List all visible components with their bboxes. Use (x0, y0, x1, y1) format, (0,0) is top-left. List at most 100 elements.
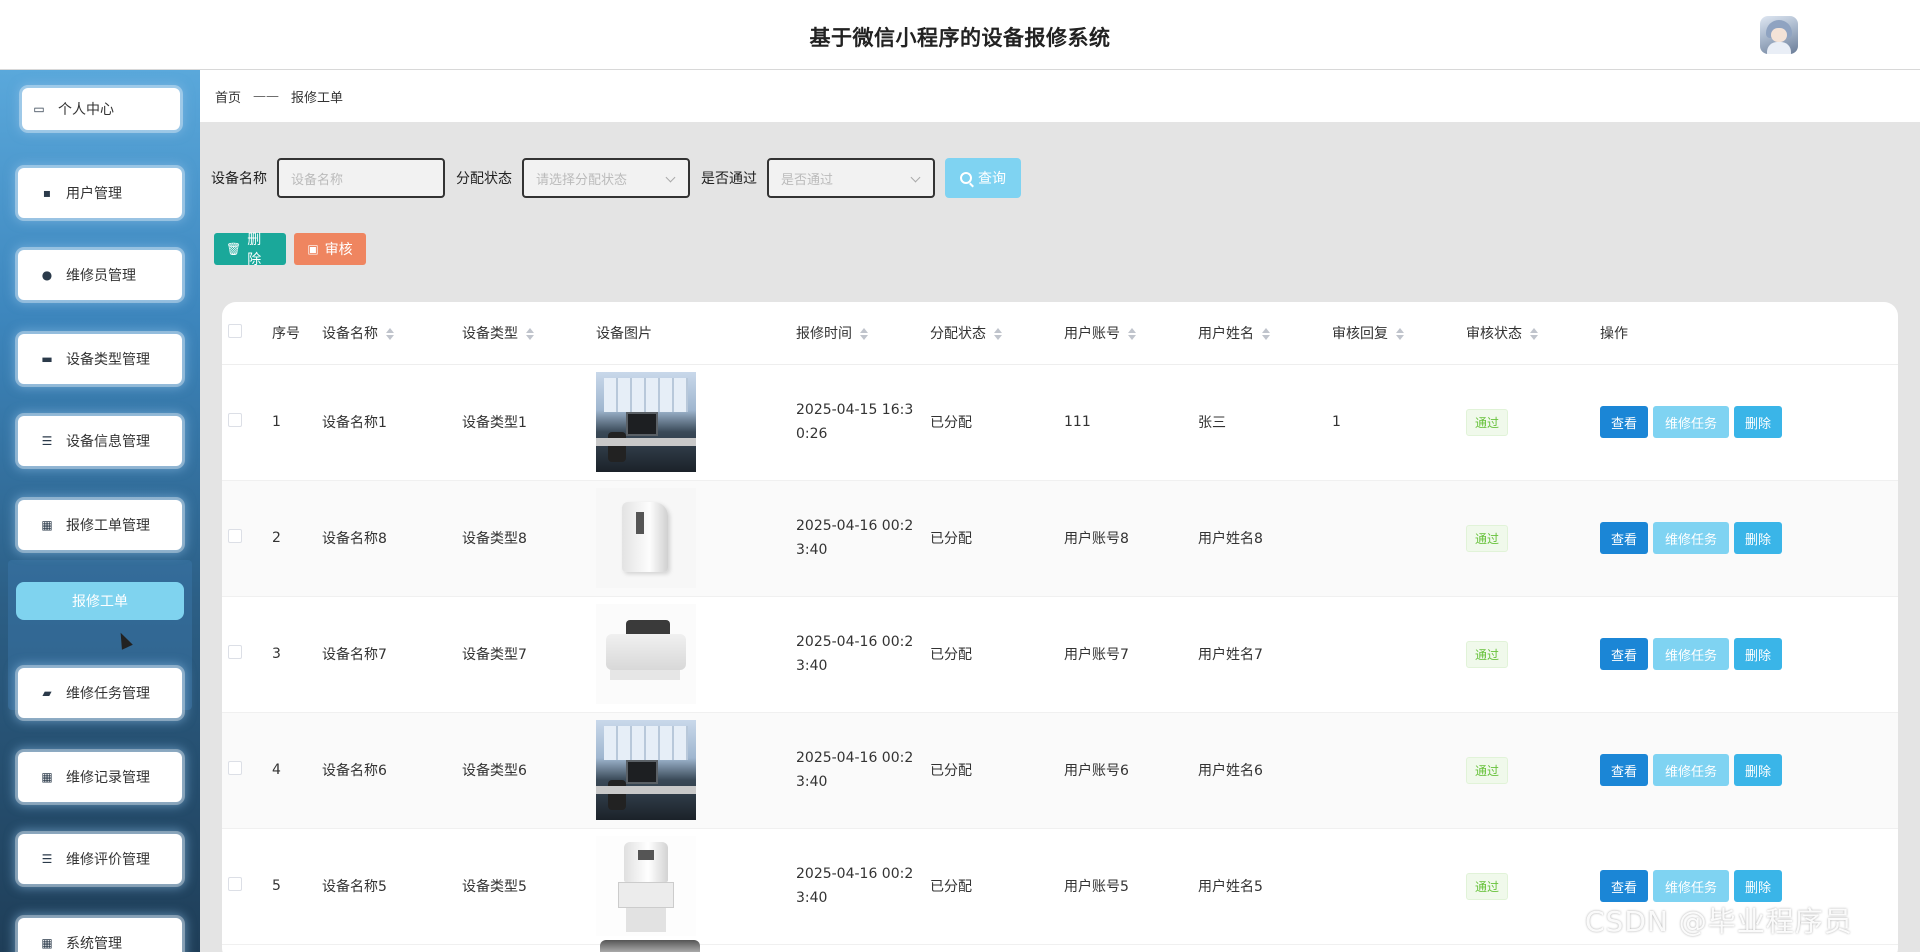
sidebar-item-6[interactable]: ▰ 维修任务管理 (18, 668, 182, 718)
status-badge: 通过 (1466, 872, 1509, 900)
view-button[interactable]: 查看 (1600, 870, 1648, 902)
breadcrumb-current: 报修工单 (291, 90, 344, 106)
sort-icon[interactable] (526, 327, 534, 340)
grid-icon: ▦ (41, 770, 53, 784)
th-audit-status[interactable]: 审核状态 (1466, 302, 1600, 365)
device-image[interactable] (596, 836, 696, 936)
row-operations: 查看 维修任务 删除 (1600, 870, 1898, 902)
sidebar-item-8[interactable]: ☰ 维修评价管理 (18, 834, 182, 884)
submenu-item-repair-order[interactable]: 报修工单 (16, 582, 184, 620)
cell-user-name: 用户姓名8 (1198, 480, 1332, 597)
device-name-label: 设备名称 (211, 171, 267, 187)
cell-user-account: 用户账号6 (1064, 712, 1198, 829)
cell-audit-reply (1332, 596, 1466, 713)
sort-icon[interactable] (1262, 327, 1270, 340)
delete-button[interactable]: 删除 (1734, 870, 1782, 902)
sidebar-item-label: 设备信息管理 (66, 434, 150, 450)
sort-icon[interactable] (1128, 327, 1136, 340)
sidebar-item-label: 报修工单管理 (66, 518, 150, 534)
delete-button[interactable]: 删除 (1734, 638, 1782, 670)
th-report-time[interactable]: 报修时间 (796, 302, 930, 365)
sidebar-item-2[interactable]: ● 维修员管理 (18, 250, 182, 300)
view-button[interactable]: 查看 (1600, 522, 1648, 554)
cell-assign-status: 已分配 (930, 828, 1064, 945)
monitor-icon: ▬ (41, 352, 53, 366)
pass-status-select[interactable]: 是否通过 (767, 158, 935, 198)
batch-delete-label: 删除 (247, 232, 262, 268)
audit-label: 审核 (324, 242, 353, 258)
sidebar-item-label: 个人中心 (58, 102, 114, 118)
query-button-label: 查询 (978, 171, 1006, 187)
row-checkbox[interactable] (228, 645, 242, 659)
device-image[interactable] (596, 720, 696, 820)
sort-icon[interactable] (1530, 327, 1538, 340)
row-operations: 查看 维修任务 删除 (1600, 638, 1898, 670)
repair-task-button[interactable]: 维修任务 (1653, 870, 1729, 902)
audit-button[interactable]: ▣ 审核 (294, 233, 366, 265)
th-audit-reply[interactable]: 审核回复 (1332, 302, 1466, 365)
breadcrumb-home[interactable]: 首页 (215, 87, 241, 106)
select-all-checkbox[interactable] (228, 323, 242, 338)
repair-task-button[interactable]: 维修任务 (1653, 638, 1729, 670)
sidebar-item-1[interactable]: ▪ 用户管理 (18, 168, 182, 218)
view-button[interactable]: 查看 (1600, 406, 1648, 438)
th-index: 序号 (272, 302, 322, 365)
row-operations: 查看 维修任务 删除 (1600, 754, 1898, 786)
table-header-row: 序号 设备名称 设备类型 设备图片 报修时间 分配状态 用户账号 用户姓名 审核… (222, 302, 1898, 365)
sidebar-item-0[interactable]: ▭ 个人中心 (22, 88, 180, 130)
th-device-name[interactable]: 设备名称 (322, 302, 462, 365)
sidebar-item-5[interactable]: ▦ 报修工单管理 (18, 500, 182, 550)
sort-icon[interactable] (386, 327, 394, 340)
cell-device-name: 设备名称8 (322, 480, 462, 597)
delete-button[interactable]: 删除 (1734, 522, 1782, 554)
device-image[interactable] (596, 372, 696, 472)
grid-icon: ▦ (41, 936, 53, 950)
view-button[interactable]: 查看 (1600, 638, 1648, 670)
cell-index: 5 (272, 828, 322, 945)
th-assign-status[interactable]: 分配状态 (930, 302, 1064, 365)
row-checkbox[interactable] (228, 761, 242, 775)
device-name-input[interactable]: 设备名称 (277, 158, 445, 198)
wallet-icon: ▰ (42, 686, 52, 700)
cell-device-type: 设备类型6 (462, 712, 596, 829)
sidebar-item-4[interactable]: ☰ 设备信息管理 (18, 416, 182, 466)
cell-audit-reply: 1 (1332, 364, 1466, 481)
repair-task-button[interactable]: 维修任务 (1653, 754, 1729, 786)
cell-index: 2 (272, 480, 322, 597)
repair-task-button[interactable]: 维修任务 (1653, 522, 1729, 554)
th-user-name[interactable]: 用户姓名 (1198, 302, 1332, 365)
top-header: 基于微信小程序的设备报修系统 (0, 0, 1920, 70)
sort-icon[interactable] (860, 327, 868, 340)
cell-user-account: 用户账号5 (1064, 828, 1198, 945)
sidebar-item-7[interactable]: ▦ 维修记录管理 (18, 752, 182, 802)
assign-status-select[interactable]: 请选择分配状态 (522, 158, 690, 198)
query-button[interactable]: 查询 (945, 158, 1021, 198)
th-user-account[interactable]: 用户账号 (1064, 302, 1198, 365)
sort-icon[interactable] (1396, 327, 1404, 340)
device-image[interactable] (596, 488, 696, 588)
repair-task-button[interactable]: 维修任务 (1653, 406, 1729, 438)
sidebar-item-3[interactable]: ▬ 设备类型管理 (18, 334, 182, 384)
delete-button[interactable]: 删除 (1734, 754, 1782, 786)
delete-button[interactable]: 删除 (1734, 406, 1782, 438)
row-checkbox[interactable] (228, 877, 242, 891)
device-image[interactable] (596, 604, 696, 704)
view-button[interactable]: 查看 (1600, 754, 1648, 786)
toolbar: 🗑 删除 ▣ 审核 (214, 232, 374, 268)
app-title: 基于微信小程序的设备报修系统 (809, 26, 1111, 50)
sidebar-item-9[interactable]: ▦ 系统管理 (18, 918, 182, 952)
card-icon: ▭ (33, 102, 45, 116)
avatar[interactable] (1760, 16, 1798, 54)
batch-delete-button[interactable]: 🗑 删除 (214, 232, 286, 268)
row-checkbox[interactable] (228, 529, 242, 543)
repair-order-table-card: 序号 设备名称 设备类型 设备图片 报修时间 分配状态 用户账号 用户姓名 审核… (222, 302, 1898, 952)
row-checkbox[interactable] (228, 413, 242, 427)
sort-icon[interactable] (994, 327, 1002, 340)
cell-device-name: 设备名称1 (322, 364, 462, 481)
row-operations: 查看 维修任务 删除 (1600, 522, 1898, 554)
watermark: CSDN @毕业程序员 (1585, 905, 1853, 938)
sidebar-item-label: 设备类型管理 (66, 352, 150, 368)
status-badge: 通过 (1466, 524, 1509, 552)
table-row: 1 设备名称1 设备类型1 2025-04-15 16:30:26 已分配 111 张三 1 通… (222, 364, 1898, 481)
th-device-type[interactable]: 设备类型 (462, 302, 596, 365)
